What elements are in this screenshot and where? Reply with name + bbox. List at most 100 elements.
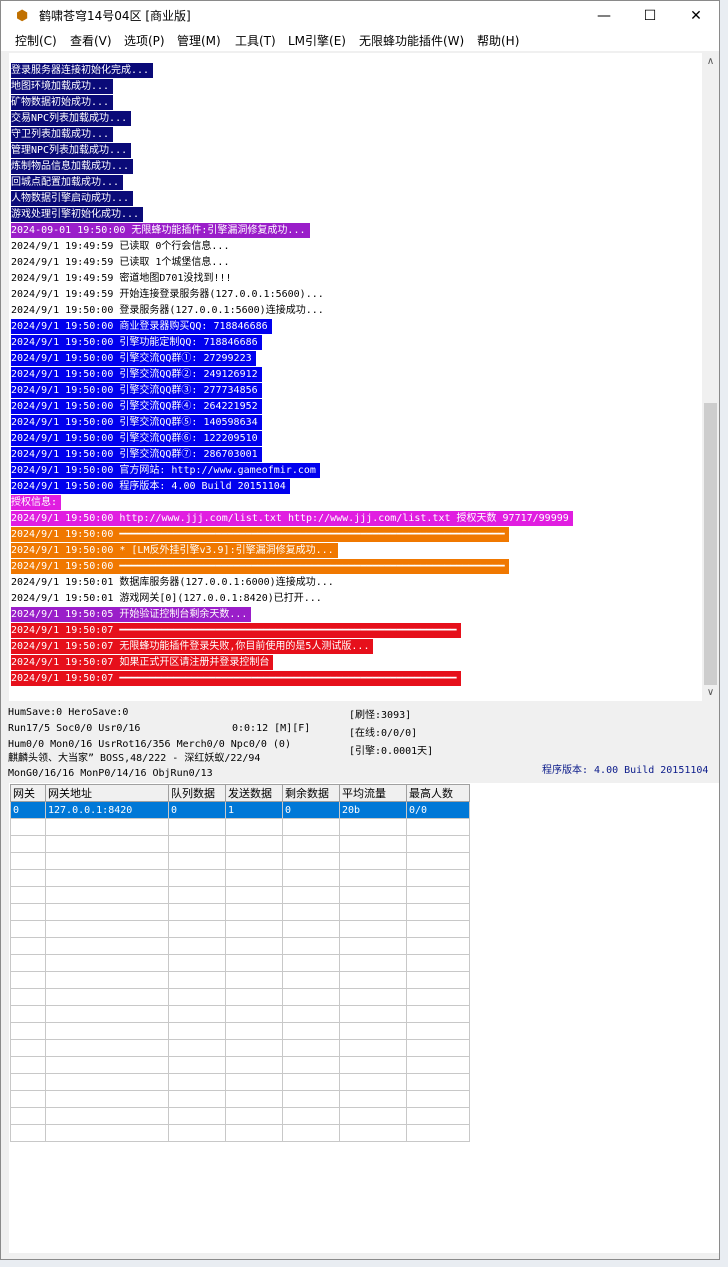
table-row[interactable] bbox=[10, 920, 470, 938]
table-row[interactable] bbox=[10, 1005, 470, 1023]
table-cell bbox=[339, 1073, 407, 1091]
program-version: 程序版本: 4.00 Build 20151104 bbox=[542, 765, 709, 776]
column-header[interactable]: 最高人数 bbox=[406, 784, 470, 802]
table-cell bbox=[406, 1005, 470, 1023]
table-cell bbox=[282, 818, 340, 836]
menu-help[interactable]: 帮助(H) bbox=[477, 33, 519, 49]
log-scrollbar[interactable]: ∧ ∨ bbox=[702, 53, 719, 701]
server-console-window: ⬢ 鹤啸苍穹14号04区 [商业版] — ☐ ✕ 控制(C) 查看(V) 选项(… bbox=[0, 0, 720, 1260]
table-cell bbox=[282, 903, 340, 921]
table-cell bbox=[168, 937, 226, 955]
table-cell bbox=[45, 937, 169, 955]
log-line: 2024/9/1 19:50:00 登录服务器(127.0.0.1:5600)连… bbox=[11, 305, 324, 316]
table-cell bbox=[282, 1039, 340, 1057]
log-output[interactable]: 登录服务器连接初始化完成... 地图环境加载成功... 矿物数据初始成功... 交易N… bbox=[9, 53, 702, 701]
table-row[interactable] bbox=[10, 1107, 470, 1125]
table-row[interactable] bbox=[10, 954, 470, 972]
log-line: 2024/9/1 19:50:00 商业登录器购买QQ: 718846686 bbox=[11, 319, 272, 334]
object-status: Hum0/0 Mon0/16 UsrRot16/356 Merch0/0 Npc… bbox=[8, 739, 291, 750]
table-cell bbox=[406, 869, 470, 887]
table-cell bbox=[45, 1022, 169, 1040]
table-cell bbox=[282, 971, 340, 989]
table-cell bbox=[406, 937, 470, 955]
table-cell bbox=[168, 1107, 226, 1125]
column-header[interactable]: 发送数据 bbox=[225, 784, 283, 802]
table-cell bbox=[168, 920, 226, 938]
table-cell bbox=[168, 1124, 226, 1142]
table-row[interactable] bbox=[10, 886, 470, 904]
table-cell bbox=[225, 1124, 283, 1142]
column-header[interactable]: 剩余数据 bbox=[282, 784, 340, 802]
log-line: 2024/9/1 19:50:00 引擎交流QQ群⑥: 122209510 bbox=[11, 431, 262, 446]
maximize-button[interactable]: ☐ bbox=[627, 1, 673, 31]
table-cell bbox=[225, 920, 283, 938]
table-cell bbox=[225, 818, 283, 836]
table-row[interactable] bbox=[10, 1039, 470, 1057]
table-cell bbox=[10, 818, 46, 836]
table-cell bbox=[406, 818, 470, 836]
log-line: 2024/9/1 19:50:00 引擎交流QQ群④: 264221952 bbox=[11, 399, 262, 414]
log-line: 2024/9/1 19:50:00 官方网站: http://www.gameo… bbox=[11, 463, 320, 478]
table-cell bbox=[282, 988, 340, 1006]
table-row[interactable] bbox=[10, 818, 470, 836]
table-cell bbox=[225, 1073, 283, 1091]
log-line: 2024/9/1 19:50:00 引擎交流QQ群⑦: 286703001 bbox=[11, 447, 262, 462]
table-row[interactable] bbox=[10, 1022, 470, 1040]
table-row[interactable] bbox=[10, 903, 470, 921]
table-row[interactable] bbox=[10, 937, 470, 955]
table-cell bbox=[168, 988, 226, 1006]
table-cell bbox=[225, 903, 283, 921]
log-line: 2024/9/1 19:50:00 ━━━━━━━━━━━━━━━━━━━━━━… bbox=[11, 559, 509, 574]
table-row[interactable] bbox=[10, 1124, 470, 1142]
menu-control[interactable]: 控制(C) bbox=[15, 33, 57, 49]
title-bar[interactable]: ⬢ 鹤啸苍穹14号04区 [商业版] — ☐ ✕ bbox=[1, 1, 719, 31]
menu-manage[interactable]: 管理(M) bbox=[177, 33, 221, 49]
table-cell bbox=[225, 1039, 283, 1057]
menu-view[interactable]: 查看(V) bbox=[70, 33, 112, 49]
gateway-grid[interactable]: 网关 网关地址 队列数据 发送数据 剩余数据 平均流量 最高人数 0 127.0.0.1:84… bbox=[9, 783, 719, 1253]
table-cell bbox=[225, 1107, 283, 1125]
table-cell bbox=[339, 886, 407, 904]
column-header[interactable]: 网关 bbox=[10, 784, 46, 802]
minimize-button[interactable]: — bbox=[581, 1, 627, 31]
scrollbar-thumb[interactable] bbox=[704, 403, 717, 685]
log-line: 管理NPC列表加载成功... bbox=[11, 143, 132, 158]
log-line: 2024/9/1 19:49:59 已读取 0个行会信息... bbox=[11, 241, 230, 252]
log-line: 2024/9/1 19:50:01 游戏网关[0](127.0.0.1:8420… bbox=[11, 593, 322, 604]
log-line: 登录服务器连接初始化完成... bbox=[11, 63, 154, 78]
table-cell bbox=[10, 1056, 46, 1074]
column-header[interactable]: 平均流量 bbox=[339, 784, 407, 802]
table-row[interactable]: 0 127.0.0.1:8420 0 1 0 20b 0/0 bbox=[10, 801, 470, 819]
column-header[interactable]: 队列数据 bbox=[168, 784, 226, 802]
table-cell bbox=[45, 869, 169, 887]
table-cell bbox=[339, 988, 407, 1006]
table-row[interactable] bbox=[10, 1073, 470, 1091]
log-line: 矿物数据初始成功... bbox=[11, 95, 114, 110]
menu-plugin[interactable]: 无限蜂功能插件(W) bbox=[359, 33, 464, 49]
table-cell bbox=[10, 869, 46, 887]
table-row[interactable] bbox=[10, 1056, 470, 1074]
menu-lm-engine[interactable]: LM引擎(E) bbox=[288, 33, 346, 49]
table-cell bbox=[10, 1005, 46, 1023]
table-row[interactable] bbox=[10, 835, 470, 853]
table-cell bbox=[45, 835, 169, 853]
table-row[interactable] bbox=[10, 869, 470, 887]
table-cell bbox=[10, 971, 46, 989]
scroll-down-icon[interactable]: ∨ bbox=[702, 684, 719, 701]
log-line: 人物数据引擎启动成功... bbox=[11, 191, 134, 206]
table-cell bbox=[406, 971, 470, 989]
column-header[interactable]: 网关地址 bbox=[45, 784, 169, 802]
table-cell bbox=[168, 903, 226, 921]
close-button[interactable]: ✕ bbox=[673, 1, 719, 31]
scroll-up-icon[interactable]: ∧ bbox=[702, 53, 719, 70]
table-cell bbox=[406, 835, 470, 853]
menu-options[interactable]: 选项(P) bbox=[124, 33, 165, 49]
table-row[interactable] bbox=[10, 988, 470, 1006]
table-row[interactable] bbox=[10, 971, 470, 989]
menu-tools[interactable]: 工具(T) bbox=[235, 33, 276, 49]
table-row[interactable] bbox=[10, 852, 470, 870]
table-cell bbox=[282, 1022, 340, 1040]
table-cell bbox=[168, 1005, 226, 1023]
table-cell bbox=[282, 1073, 340, 1091]
table-row[interactable] bbox=[10, 1090, 470, 1108]
